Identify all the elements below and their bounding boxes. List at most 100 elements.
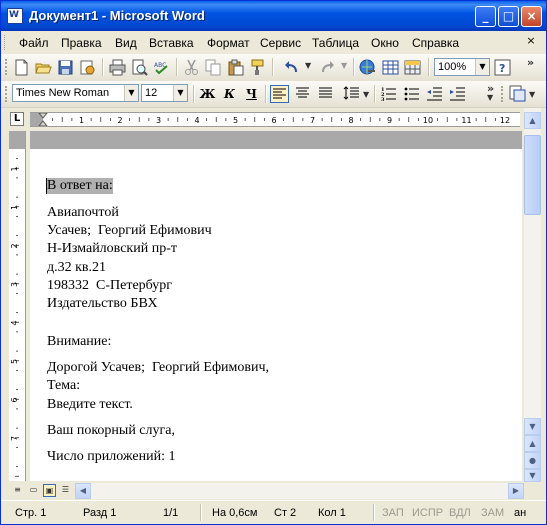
word-document-icon[interactable]: W (7, 8, 23, 24)
italic-button[interactable]: К (220, 85, 239, 103)
toolbar-grip-icon[interactable] (501, 86, 505, 102)
align-center-button[interactable] (293, 85, 312, 103)
chevron-down-icon[interactable]: ▼ (475, 59, 489, 75)
horizontal-ruler[interactable]: 1 2 3 4 5 6 7 8 9 10 11 12 (30, 112, 520, 127)
chevron-down-icon[interactable]: ▼ (124, 85, 138, 101)
format-painter-icon[interactable] (249, 59, 266, 76)
undo-dropdown-icon[interactable]: ▼ (305, 61, 311, 70)
increase-indent-button[interactable] (448, 85, 467, 103)
doc-line-subject[interactable]: Тема: (47, 378, 80, 394)
menu-insert[interactable]: Вставка (149, 36, 194, 50)
tables-borders-icon[interactable] (382, 59, 399, 76)
cut-icon[interactable] (183, 59, 200, 76)
decrease-indent-button[interactable] (425, 85, 444, 103)
zoom-select[interactable]: 100% ▼ (434, 58, 490, 76)
word-window: W Документ1 - Microsoft Word _ □ × Файл … (0, 0, 547, 525)
help-icon[interactable]: ? (494, 59, 511, 76)
vertical-scroll-thumb[interactable] (524, 135, 541, 215)
scroll-up-icon[interactable]: ▲ (524, 112, 541, 129)
align-left-button[interactable] (270, 85, 289, 103)
menu-view[interactable]: Вид (115, 36, 137, 50)
justify-button[interactable] (316, 85, 335, 103)
font-name-select[interactable]: Times New Roman ▼ (12, 84, 139, 102)
menu-format[interactable]: Формат (207, 36, 250, 50)
horizontal-scrollbar[interactable]: ◀ ▶ (75, 483, 524, 499)
undo-icon[interactable] (283, 59, 300, 76)
scroll-down-icon[interactable]: ▼ (524, 418, 541, 435)
menu-edit[interactable]: Правка (61, 36, 102, 50)
doc-line-airmail[interactable]: Авиапочтой (47, 205, 119, 221)
doc-line-city[interactable]: 198332 С-Петербург (47, 278, 172, 294)
outline-view-icon[interactable]: ☰ (59, 484, 72, 497)
status-track-changes[interactable]: ИСПР (412, 507, 443, 519)
permission-icon[interactable] (79, 59, 96, 76)
status-extend[interactable]: ВДЛ (449, 507, 471, 519)
menu-tools[interactable]: Сервис (260, 36, 301, 50)
normal-view-icon[interactable]: ≡ (11, 484, 24, 497)
scroll-left-icon[interactable]: ◀ (75, 483, 91, 499)
redo-icon[interactable] (319, 59, 336, 76)
save-icon[interactable] (57, 59, 74, 76)
status-divider (373, 504, 375, 521)
open-folder-icon[interactable] (35, 59, 52, 76)
font-size-select[interactable]: 12 ▼ (141, 84, 188, 102)
web-layout-icon[interactable]: ▭ (27, 484, 40, 497)
doc-line-attachments[interactable]: Число приложений: 1 (47, 449, 175, 465)
status-language: ан (514, 507, 527, 519)
tab-selector[interactable]: L (10, 112, 24, 126)
next-page-icon[interactable]: ▼ (524, 469, 541, 482)
maximize-button[interactable]: □ (498, 6, 519, 27)
title-bar[interactable]: W Документ1 - Microsoft Word _ □ × (1, 1, 546, 31)
indent-marker-icon[interactable] (38, 113, 48, 126)
doc-line-closing[interactable]: Ваш покорный слуга, (47, 423, 175, 439)
toolbar-grip-icon[interactable] (5, 86, 9, 102)
doc-line-body[interactable]: Введите текст. (47, 397, 133, 413)
menu-help[interactable]: Справка (412, 36, 459, 50)
doc-line-reply-to[interactable]: В ответ на: (47, 178, 113, 194)
toolbar-options-icon[interactable]: » (527, 56, 534, 69)
increase-indent-icon (450, 87, 465, 101)
doc-line-street[interactable]: Н-Измайловский пр-т (47, 241, 177, 257)
numbering-button[interactable]: 123 (379, 85, 398, 103)
scroll-right-icon[interactable]: ▶ (508, 483, 524, 499)
minimize-button[interactable]: _ (475, 6, 496, 27)
menu-table[interactable]: Таблица (312, 36, 359, 50)
chevron-down-icon[interactable]: ▼ (487, 93, 493, 102)
status-overtype[interactable]: ЗАМ (481, 507, 504, 519)
new-document-icon[interactable] (13, 59, 30, 76)
bullets-button[interactable] (402, 85, 421, 103)
bold-button[interactable]: Ж (198, 85, 217, 103)
print-preview-icon[interactable] (131, 59, 148, 76)
vertical-scrollbar[interactable]: ▲ ▼ ▲ ● ▼ (524, 108, 541, 482)
previous-page-icon[interactable]: ▲ (524, 435, 541, 452)
underline-button[interactable]: Ч (242, 85, 261, 103)
close-document-icon[interactable]: × (524, 34, 538, 48)
paste-icon[interactable] (227, 59, 244, 76)
menu-file[interactable]: Файл (19, 36, 49, 50)
spelling-icon[interactable]: ABC (153, 59, 170, 76)
line-spacing-dropdown-icon[interactable]: ▼ (363, 90, 369, 99)
doc-line-recipient[interactable]: Усачев; Георгий Ефимович (47, 223, 212, 239)
doc-line-attention[interactable]: Внимание: (47, 334, 111, 350)
browse-object-icon[interactable]: ● (524, 452, 541, 469)
doc-line-publisher[interactable]: Издательство БВХ (47, 296, 158, 312)
chevron-down-icon[interactable]: ▼ (173, 85, 187, 101)
menu-grip-icon[interactable] (4, 35, 8, 50)
menu-window[interactable]: Окно (371, 36, 399, 50)
copy-icon[interactable] (205, 59, 222, 76)
document-area[interactable]: В ответ на: Авиапочтой Усачев; Георгий Е… (30, 131, 522, 481)
toolbar-grip-icon[interactable] (5, 59, 9, 75)
insert-table-icon[interactable] (404, 59, 421, 76)
chevron-down-icon[interactable]: ▼ (529, 90, 535, 99)
print-layout-icon[interactable]: ▣ (43, 484, 56, 497)
line-spacing-button[interactable] (342, 85, 361, 103)
status-record-macro[interactable]: ЗАП (382, 507, 404, 519)
hyperlink-icon[interactable] (359, 59, 376, 76)
redo-dropdown-icon[interactable]: ▼ (341, 61, 347, 70)
styles-formatting-icon[interactable] (509, 85, 526, 102)
close-button[interactable]: × (521, 6, 542, 27)
doc-line-salutation[interactable]: Дорогой Усачев; Георгий Ефимович, (47, 360, 269, 376)
print-icon[interactable] (109, 59, 126, 76)
doc-line-house[interactable]: д.32 кв.21 (47, 260, 106, 276)
vertical-ruler[interactable]: 1 1 2 3 4 5 6 7 (9, 131, 26, 481)
